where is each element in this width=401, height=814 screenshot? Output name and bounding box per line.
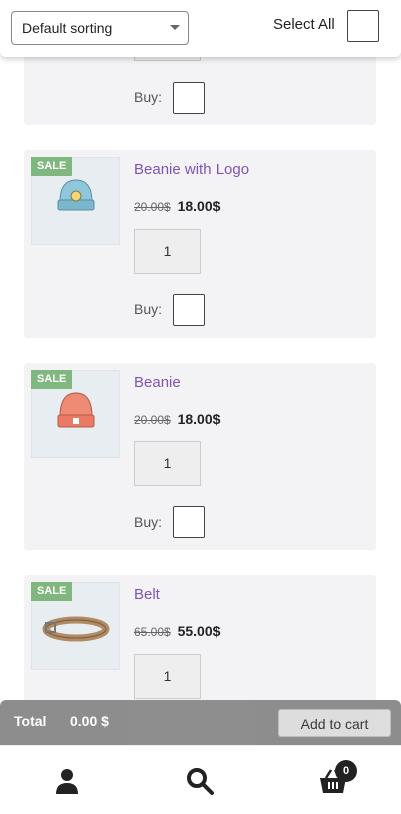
- old-price: 20.00$: [134, 200, 171, 214]
- product-name-link[interactable]: Beanie: [134, 374, 181, 391]
- product-name-link[interactable]: Beanie with Logo: [134, 161, 249, 178]
- search-icon[interactable]: [185, 766, 215, 796]
- buy-label: Buy:: [134, 514, 163, 530]
- select-all-checkbox[interactable]: [347, 10, 379, 42]
- buy-label: Buy:: [134, 301, 163, 317]
- buy-checkbox[interactable]: [173, 294, 205, 326]
- product-price: 65.00$ 55.00$: [134, 623, 220, 639]
- sort-toolbar: Default sorting Select All: [0, 0, 401, 57]
- sorting-select[interactable]: Default sorting: [11, 11, 189, 45]
- product-card: SALE Beanie 20.00$ 18.00$ 1 Buy:: [24, 363, 376, 550]
- product-list-page: Buy: SALE Beanie with Logo 20.00$ 18.00$…: [0, 0, 401, 814]
- sale-price: 55.00$: [177, 623, 221, 639]
- product-price: 20.00$ 18.00$: [134, 411, 220, 427]
- sale-badge: SALE: [31, 370, 73, 389]
- add-to-cart-button[interactable]: Add to cart: [278, 709, 391, 737]
- quantity-field[interactable]: 1: [134, 441, 201, 486]
- sale-price: 18.00$: [177, 198, 221, 214]
- product-name-link[interactable]: Belt: [134, 586, 160, 603]
- old-price: 20.00$: [134, 413, 171, 427]
- buy-checkbox[interactable]: [173, 82, 205, 114]
- cart-total-bar: Total 0.00 $ Add to cart: [0, 700, 401, 745]
- cart-count-badge: 0: [335, 760, 357, 782]
- quantity-field[interactable]: 1: [134, 229, 201, 274]
- user-icon[interactable]: [52, 766, 82, 796]
- product-price: 20.00$ 18.00$: [134, 198, 220, 214]
- old-price: 65.00$: [134, 625, 171, 639]
- sorting-select-value: Default sorting: [22, 20, 113, 36]
- sale-badge: SALE: [31, 157, 73, 176]
- total-label: Total: [14, 713, 47, 729]
- total-value: 0.00 $: [70, 713, 109, 729]
- buy-label: Buy:: [134, 89, 163, 105]
- select-all-label: Select All: [273, 16, 335, 33]
- buy-checkbox[interactable]: [173, 506, 205, 538]
- sale-price: 18.00$: [177, 411, 221, 427]
- quantity-field[interactable]: 1: [134, 654, 201, 699]
- product-card: SALE Beanie with Logo 20.00$ 18.00$ 1 Bu…: [24, 150, 376, 338]
- chevron-down-icon: [170, 25, 180, 30]
- sale-badge: SALE: [31, 582, 73, 601]
